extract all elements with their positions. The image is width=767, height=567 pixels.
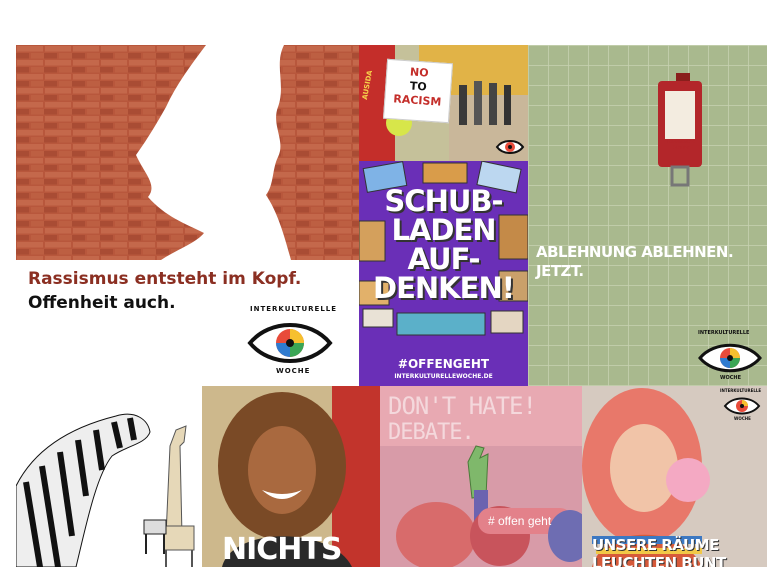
drawers-headline-3: AUF-	[407, 242, 480, 276]
drawers-url: INTERKULTURELLEWOCHE.DE	[394, 373, 493, 380]
bubble-headline-2: LEUCHTEN BUNT	[592, 554, 726, 567]
drawers-hashtag: #OFFENGEHT	[397, 357, 490, 371]
debate-line1: DON'T HATE!	[388, 392, 537, 420]
zebra-giraffe-image	[16, 413, 195, 567]
drawers-headline-2: LADEN	[391, 213, 496, 247]
poster-zebra	[16, 386, 202, 567]
poster-drawers: SCHUB- LADEN AUF- DENKEN! #OFFENGEHT INT…	[359, 161, 528, 386]
drawers-headline-4: DENKEN!	[373, 271, 515, 305]
poster-debate: DON'T HATE! DEBATE. # offen geht	[380, 386, 582, 567]
poster-green-tiles: Rassistische Schuhe ABLEHNUNG ABLEHNEN. …	[528, 45, 767, 386]
brick-wall-image	[16, 45, 359, 260]
drawers-headline-1: SCHUB-	[384, 184, 503, 218]
logo-text-top: INTERKULTURELLE	[250, 305, 338, 313]
woman-headline: NICHTS	[222, 532, 342, 567]
tiles-headline-2: JETZT.	[536, 262, 584, 280]
poster-protest-photo: NO TO RACISM AUSIDA	[359, 45, 528, 161]
debate-line2: DEBATE.	[388, 420, 475, 445]
bubble-logo-text-bottom: WOCHE	[734, 416, 751, 421]
no-racism-sign: NO TO RACISM	[382, 58, 454, 124]
brick-poster-line2: Offenheit auch.	[28, 293, 176, 313]
interkulturelle-woche-logo-2: INTERKULTURELLE WOCHE	[696, 330, 764, 383]
eye-logo-small-icon	[495, 140, 525, 154]
tiles-headline-1: ABLEHNUNG ABLEHNEN.	[536, 243, 734, 261]
bubble-logo-text-top: INTERKULTURELLE	[720, 388, 762, 393]
dispenser-label: Rassistische Schuhe	[667, 139, 696, 151]
interkulturelle-woche-logo: INTERKULTURELLE WOCHE	[244, 305, 338, 379]
brick-poster-line1: Rassismus entsteht im Kopf.	[28, 269, 302, 289]
logo-text-bottom: WOCHE	[276, 367, 311, 375]
poster-smiling-woman: NICHTS	[202, 386, 380, 567]
drawers-headline: SCHUB- LADEN AUF- DENKEN!	[359, 187, 528, 303]
logo-text-top: INTERKULTURELLE	[698, 330, 750, 336]
bubble-headline-1: UNSERE RÄUME	[592, 536, 719, 554]
poster-bubble-gum: INTERKULTURELLE WOCHE UNSERE RÄUME LEUCH…	[582, 386, 767, 567]
poster-brick-wall: Rassismus entsteht im Kopf. Offenheit au…	[16, 45, 359, 386]
debate-hashtag: # offen geht	[488, 514, 552, 528]
logo-text-bottom: WOCHE	[720, 375, 742, 381]
